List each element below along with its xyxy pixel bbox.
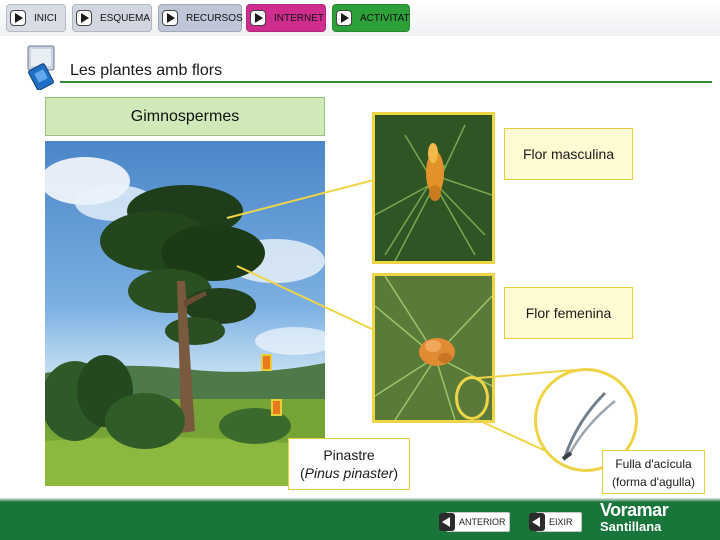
monitor-icon bbox=[22, 44, 58, 91]
leaf-highlight-ring bbox=[455, 376, 489, 420]
page-title: Les plantes amb flors bbox=[70, 62, 223, 79]
nav-activitat-label: ACTIVITAT bbox=[360, 12, 410, 24]
nav-esquema-button[interactable]: ESQUEMA bbox=[72, 4, 152, 32]
nav-inici-button[interactable]: INICI bbox=[6, 4, 66, 32]
leaf-caption-line2: (forma d'agulla) bbox=[612, 475, 695, 489]
species-common-name: Pinastre bbox=[323, 447, 375, 463]
male-flower-photo bbox=[372, 112, 495, 264]
leaf-caption: Fulla d'acícula (forma d'agulla) bbox=[602, 450, 705, 494]
female-flower-label: Flor femenina bbox=[504, 287, 633, 339]
anterior-label: ANTERIOR bbox=[459, 517, 506, 527]
eixir-label: EIXIR bbox=[549, 517, 573, 527]
species-close-paren: ) bbox=[393, 465, 399, 481]
male-flower-marker bbox=[261, 354, 272, 371]
play-icon bbox=[250, 10, 266, 26]
back-arrow-icon bbox=[439, 513, 455, 531]
section-heading: Gimnospermes bbox=[45, 97, 325, 136]
nav-esquema-label: ESQUEMA bbox=[100, 12, 151, 24]
species-caption: Pinastre (Pinus pinaster) bbox=[288, 438, 410, 490]
eixir-button[interactable]: EIXIR bbox=[529, 512, 582, 532]
nav-recursos-button[interactable]: RECURSOS bbox=[158, 4, 243, 32]
female-flower-marker bbox=[271, 399, 282, 416]
male-flower-label: Flor masculina bbox=[504, 128, 633, 180]
nav-recursos-label: RECURSOS bbox=[186, 12, 243, 24]
play-icon bbox=[162, 10, 178, 26]
brand-voramar: Voramar bbox=[600, 500, 669, 520]
play-icon bbox=[336, 10, 352, 26]
title-divider bbox=[60, 81, 712, 83]
pine-tree-photo bbox=[45, 141, 325, 486]
species-scientific-name: Pinus pinaster bbox=[304, 465, 394, 481]
publisher-logo: Voramar Santillana bbox=[600, 500, 669, 534]
back-arrow-icon bbox=[529, 513, 545, 531]
play-icon bbox=[10, 10, 26, 26]
anterior-button[interactable]: ANTERIOR bbox=[439, 512, 510, 532]
nav-internet-button[interactable]: INTERNET bbox=[246, 4, 326, 32]
nav-inici-label: INICI bbox=[34, 12, 57, 24]
brand-santillana: Santillana bbox=[600, 519, 662, 534]
nav-activitat-button[interactable]: ACTIVITAT bbox=[332, 4, 410, 32]
play-icon bbox=[76, 10, 92, 26]
leaf-caption-line1: Fulla d'acícula bbox=[615, 457, 692, 471]
nav-internet-label: INTERNET bbox=[274, 12, 324, 24]
